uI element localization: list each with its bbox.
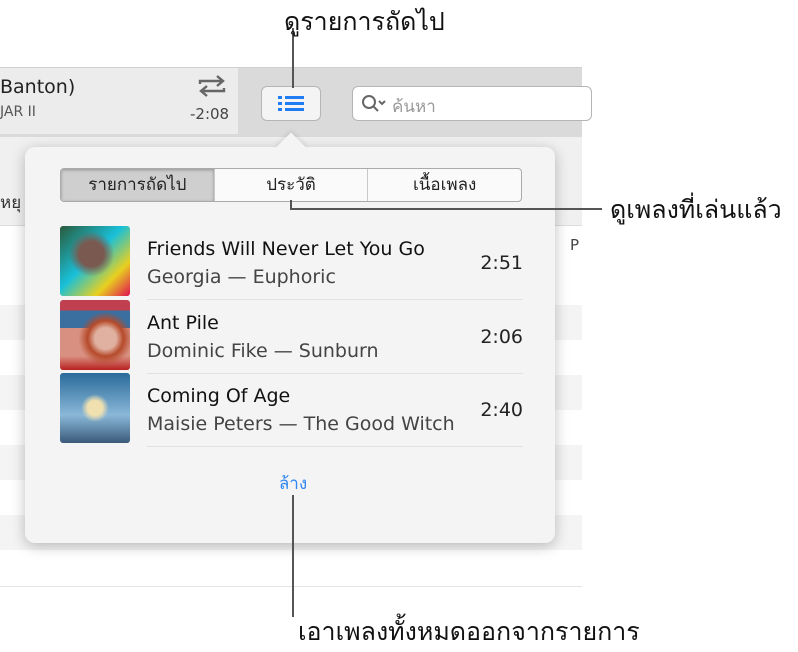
popover-tabs: รายการถัดไป ประวัติ เนื้อเพลง <box>60 168 522 202</box>
remaining-time: -2:08 <box>190 105 230 123</box>
up-next-button[interactable] <box>261 86 321 121</box>
search-input[interactable] <box>352 86 592 121</box>
list-item[interactable]: Ant Pile Dominic Fike — Sunburn 2:06 <box>60 300 523 374</box>
album-art <box>60 300 130 370</box>
search-placeholder: ค้นหา <box>392 97 436 117</box>
list-item[interactable]: Coming Of Age Maisie Peters — The Good W… <box>60 373 523 447</box>
album-art <box>60 373 130 443</box>
callout-clear: เอาเพลงทั้งหมดออกจากรายการ <box>298 617 640 646</box>
track-title: Ant Pile <box>147 312 219 334</box>
numbered-list-icon <box>278 96 304 111</box>
search-icon <box>362 95 386 112</box>
now-playing-subtitle: JAR II <box>0 104 36 120</box>
tab-lyrics[interactable]: เนื้อเพลง <box>367 169 521 201</box>
track-duration: 2:06 <box>480 326 523 348</box>
callout-up-next: ดูรายการถัดไป <box>284 7 445 36</box>
divider <box>0 586 582 587</box>
divider <box>147 446 523 447</box>
callout-line <box>290 208 602 210</box>
track-subtitle: Georgia — Euphoric <box>147 266 336 288</box>
background-label: หยุ <box>0 193 22 213</box>
track-title: Friends Will Never Let You Go <box>147 238 425 260</box>
callout-history: ดูเพลงที่เล่นแล้ว <box>610 195 782 224</box>
repeat-icon[interactable] <box>196 74 228 98</box>
track-subtitle: Dominic Fike — Sunburn <box>147 340 379 362</box>
track-title: Coming Of Age <box>147 385 291 407</box>
now-playing-title: Banton) <box>0 76 76 98</box>
tab-history[interactable]: ประวัติ <box>213 169 368 201</box>
background-column-header: P <box>570 236 580 254</box>
tab-up-next[interactable]: รายการถัดไป <box>61 169 214 201</box>
album-art <box>60 226 130 296</box>
track-subtitle: Maisie Peters — The Good Witch <box>147 413 455 435</box>
callout-line <box>292 495 294 617</box>
track-duration: 2:51 <box>480 252 523 274</box>
list-item[interactable]: Friends Will Never Let You Go Georgia — … <box>60 226 523 300</box>
clear-button[interactable]: ล้าง <box>240 470 346 497</box>
track-duration: 2:40 <box>480 399 523 421</box>
